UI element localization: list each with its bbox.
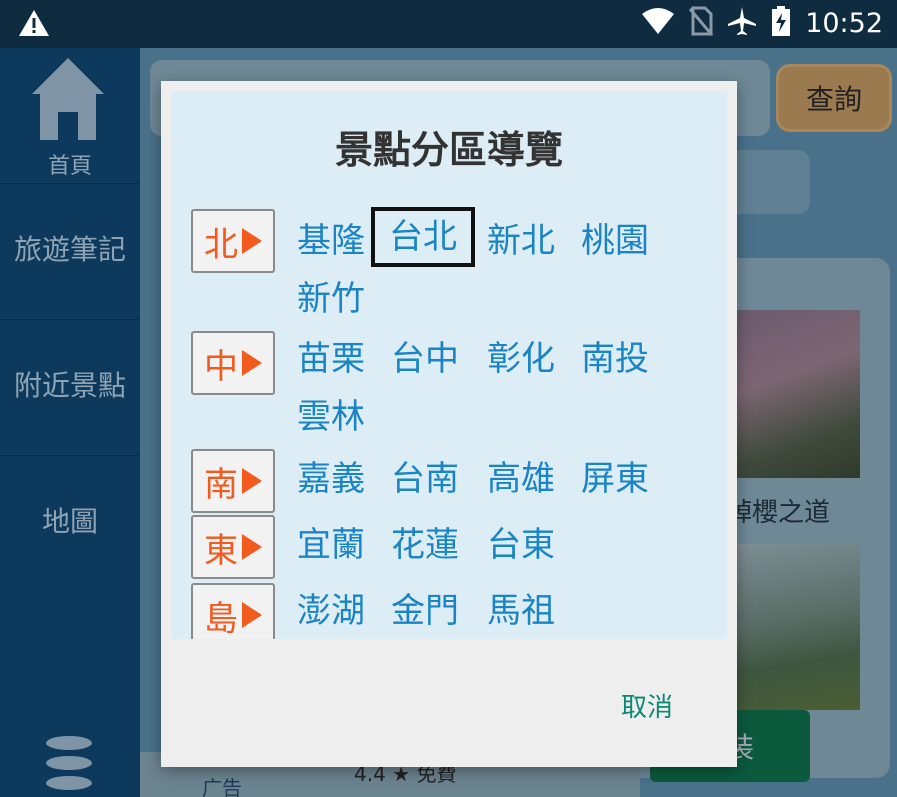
home-icon [32,58,104,140]
region-button-east[interactable]: 東 [191,515,275,579]
region-label: 南 [204,464,238,505]
attraction-caption: 綽櫻之道 [726,498,831,528]
airplane-icon [727,6,757,40]
city-matsu[interactable]: 馬祖 [487,589,555,633]
city-taitung[interactable]: 台東 [487,523,555,567]
city-pingtung[interactable]: 屏東 [581,457,649,501]
region-label: 島 [204,598,238,639]
status-bar: 10:52 [0,0,897,48]
region-label: 北 [204,224,238,265]
city-tainan[interactable]: 台南 [391,457,459,501]
region-button-islands[interactable]: 島 [191,583,275,639]
city-chiayi[interactable]: 嘉義 [297,457,365,501]
city-kaohsiung[interactable]: 高雄 [487,457,555,501]
warning-icon [18,9,50,41]
city-miaoli[interactable]: 苗栗 [297,337,365,381]
side-navigation: 首頁 旅遊筆記 附近景點 地圖 [0,48,140,797]
menu-icon[interactable] [44,736,94,796]
region-button-north[interactable]: 北 [191,209,275,273]
city-kinmen[interactable]: 金門 [391,589,459,633]
attraction-photo[interactable] [726,310,860,478]
city-taipei[interactable]: 台北 [371,207,475,267]
city-penghu[interactable]: 澎湖 [297,589,365,633]
city-changhua[interactable]: 彰化 [487,337,555,381]
city-taoyuan[interactable]: 桃園 [581,219,649,263]
city-hualien[interactable]: 花蓮 [391,523,459,567]
cancel-button[interactable]: 取消 [621,687,673,724]
no-sim-icon [689,6,714,40]
nav-home[interactable]: 首頁 [0,48,140,183]
play-arrow-icon [242,228,262,254]
city-yilan[interactable]: 宜蘭 [297,523,365,567]
city-keelung[interactable]: 基隆 [297,219,365,263]
nav-item-map[interactable]: 地圖 [0,455,140,583]
city-hsinchu[interactable]: 新竹 [297,277,365,321]
region-dialog: 景點分區導覽 北 基隆 台北 新北 桃園 新竹 中 苗栗 台中 彰化 南投 雲林… [161,81,737,767]
dialog-body: 景點分區導覽 北 基隆 台北 新北 桃園 新竹 中 苗栗 台中 彰化 南投 雲林… [171,91,727,639]
nav-item-nearby-spots[interactable]: 附近景點 [0,319,140,447]
play-arrow-icon [242,350,262,376]
play-arrow-icon [242,468,262,494]
city-new-taipei[interactable]: 新北 [487,219,555,263]
wifi-icon [641,7,675,39]
query-button[interactable]: 查詢 [776,64,892,132]
city-yunlin[interactable]: 雲林 [297,395,365,439]
clock: 10:52 [805,7,883,39]
nav-item-travel-notes[interactable]: 旅遊筆記 [0,183,140,311]
region-label: 中 [204,346,238,387]
city-taichung[interactable]: 台中 [391,337,459,381]
nav-home-label: 首頁 [47,154,92,179]
play-arrow-icon [242,602,262,628]
battery-charging-icon [771,6,791,40]
play-arrow-icon [242,534,262,560]
region-button-south[interactable]: 南 [191,449,275,513]
city-nantou[interactable]: 南投 [581,337,649,381]
region-button-central[interactable]: 中 [191,331,275,395]
dialog-title: 景點分區導覽 [334,128,563,172]
attraction-photo-2[interactable] [726,544,860,710]
region-label: 東 [204,530,238,571]
ad-label: 广告 [202,776,242,797]
